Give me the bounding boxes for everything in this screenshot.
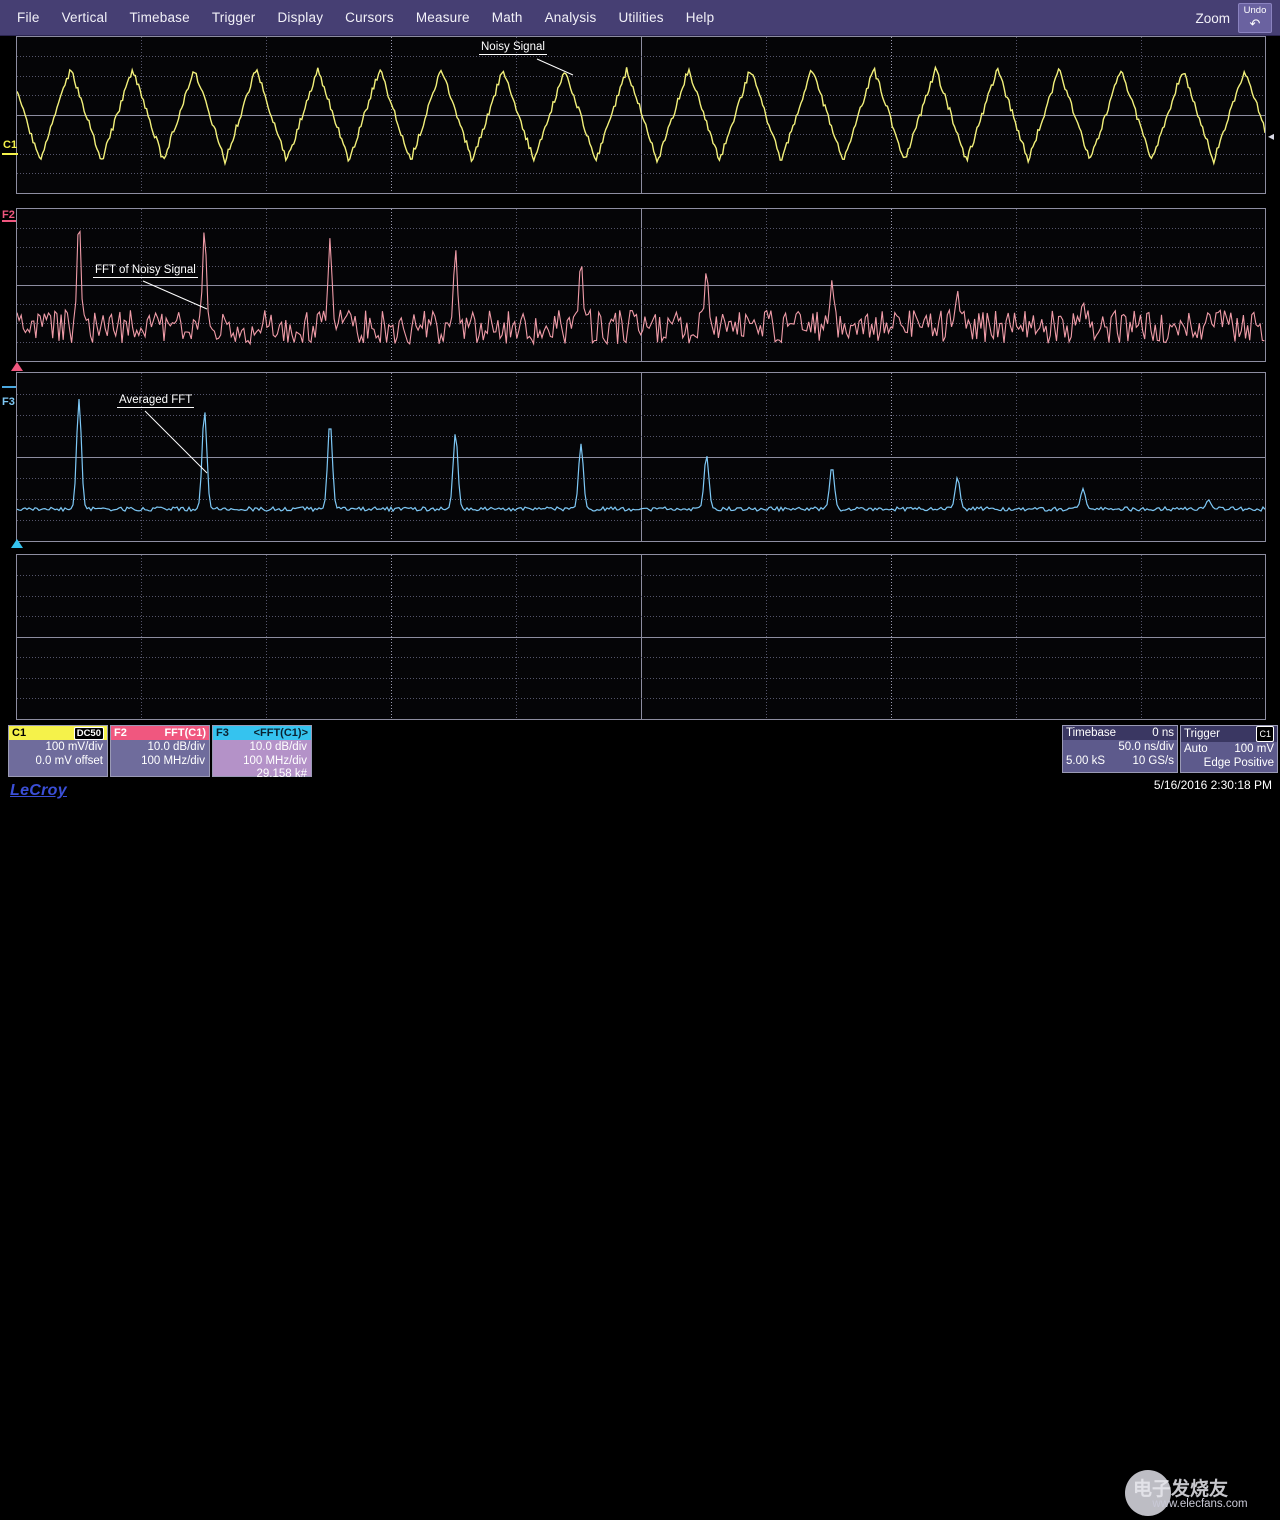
timebase-scale: 50.0 ns/div bbox=[1118, 740, 1174, 754]
channel-marker-c1[interactable]: C1 bbox=[3, 139, 17, 151]
ground-level-indicator-c1[interactable] bbox=[2, 153, 18, 155]
descriptor-c1-offset: 0.0 mV offset bbox=[9, 755, 103, 769]
trigger-level: 100 mV bbox=[1234, 742, 1274, 756]
scope-display-area: Noisy Signal C1 ◂ FFT of Noisy Signal bbox=[0, 36, 1280, 720]
trigger-mode: Auto bbox=[1184, 742, 1208, 756]
descriptor-title-f3: F3 bbox=[216, 727, 229, 739]
trigger-mode-row: Auto 100 mV bbox=[1181, 742, 1277, 756]
zoom-label: Zoom bbox=[1195, 11, 1230, 26]
menu-bar: File Vertical Timebase Trigger Display C… bbox=[0, 0, 1280, 36]
menu-item-measure[interactable]: Measure bbox=[405, 6, 481, 29]
descriptor-f3-db-div: 10.0 dB/div bbox=[213, 741, 307, 755]
trigger-type: Edge Positive bbox=[1204, 756, 1274, 770]
undo-arrow-icon: ↶ bbox=[1239, 18, 1271, 30]
menu-item-display[interactable]: Display bbox=[266, 6, 334, 29]
timebase-panel[interactable]: Timebase 0 ns 50.0 ns/div 5.00 kS 10 GS/… bbox=[1062, 725, 1178, 773]
waveform-trace-f3 bbox=[17, 373, 1265, 541]
offset-marker-f3[interactable] bbox=[11, 539, 23, 548]
offset-marker-f2[interactable] bbox=[11, 362, 23, 371]
watermark-site-text: www.elecfans.com bbox=[1125, 1498, 1275, 1510]
menu-item-cursors[interactable]: Cursors bbox=[334, 6, 405, 29]
timebase-title: Timebase bbox=[1066, 726, 1116, 740]
coupling-badge-c1[interactable]: DC50 bbox=[74, 727, 104, 740]
undo-button[interactable]: Undo ↶ bbox=[1238, 3, 1272, 33]
menu-item-timebase[interactable]: Timebase bbox=[118, 6, 200, 29]
menu-bar-right: Zoom Undo ↶ bbox=[1195, 0, 1276, 36]
grid-c1[interactable]: Noisy Signal bbox=[16, 36, 1266, 194]
datetime-label: 5/16/2016 2:30:18 PM bbox=[1154, 778, 1272, 792]
waveform-trace-f2 bbox=[17, 209, 1265, 361]
descriptor-header-f2: F2 FFT(C1) bbox=[111, 726, 209, 740]
menu-item-trigger[interactable]: Trigger bbox=[201, 6, 267, 29]
bottom-status-bar: C1 DC50 100 mV/div 0.0 mV offset F2 FFT(… bbox=[0, 720, 1280, 800]
menu-item-math[interactable]: Math bbox=[481, 6, 534, 29]
ground-level-indicator-f3[interactable] bbox=[2, 386, 16, 388]
timebase-delay: 0 ns bbox=[1152, 726, 1174, 740]
menu-item-help[interactable]: Help bbox=[675, 6, 726, 29]
trigger-level-arrow-icon[interactable]: ◂ bbox=[1268, 129, 1274, 143]
gridlines-empty bbox=[17, 555, 1265, 719]
trigger-header: Trigger C1 bbox=[1181, 726, 1277, 742]
site-watermark: 电子发烧友 www.elecfans.com bbox=[1125, 1470, 1275, 1520]
descriptor-title-c1: C1 bbox=[12, 727, 26, 739]
grid-f3[interactable]: Averaged FFT bbox=[16, 372, 1266, 542]
menu-item-analysis[interactable]: Analysis bbox=[534, 6, 608, 29]
descriptor-header-f3: F3 <FFT(C1)> bbox=[213, 726, 311, 740]
undo-button-label: Undo bbox=[1239, 5, 1271, 16]
lecroy-logo: LeCroy bbox=[10, 782, 67, 800]
descriptor-f2-mhz-div: 100 MHz/div bbox=[111, 755, 205, 769]
descriptor-c1-volts-div: 100 mV/div bbox=[9, 741, 103, 755]
trigger-source-badge[interactable]: C1 bbox=[1256, 726, 1274, 742]
timebase-memory: 5.00 kS bbox=[1066, 754, 1105, 768]
waveform-trace-c1 bbox=[17, 37, 1265, 193]
descriptor-title-f2: F2 bbox=[114, 727, 127, 739]
ground-level-indicator-f2[interactable] bbox=[2, 220, 16, 222]
descriptor-f2-db-div: 10.0 dB/div bbox=[111, 741, 205, 755]
timebase-scale-row: 50.0 ns/div bbox=[1063, 740, 1177, 754]
descriptor-body-c1: 100 mV/div 0.0 mV offset bbox=[9, 740, 107, 768]
timebase-header: Timebase 0 ns bbox=[1063, 726, 1177, 740]
grid-empty[interactable] bbox=[16, 554, 1266, 720]
annotation-noisy-signal: Noisy Signal bbox=[479, 41, 547, 55]
descriptor-f3-averages: 29.158 k# bbox=[213, 768, 307, 782]
menu-item-utilities[interactable]: Utilities bbox=[607, 6, 674, 29]
watermark-logo-icon bbox=[1125, 1470, 1171, 1516]
menu-item-vertical[interactable]: Vertical bbox=[51, 6, 119, 29]
annotation-averaged-fft: Averaged FFT bbox=[117, 394, 194, 408]
watermark-cn-text: 电子发烧友 bbox=[1133, 1474, 1228, 1501]
channel-marker-f3[interactable]: F3 bbox=[2, 396, 15, 408]
descriptor-box-c1[interactable]: C1 DC50 100 mV/div 0.0 mV offset bbox=[8, 725, 108, 777]
descriptor-body-f3: 10.0 dB/div 100 MHz/div 29.158 k# bbox=[213, 740, 311, 782]
trigger-panel[interactable]: Trigger C1 Auto 100 mV Edge Positive bbox=[1180, 725, 1278, 773]
descriptor-source-f3: <FFT(C1)> bbox=[254, 727, 308, 739]
grid-f2[interactable]: FFT of Noisy Signal bbox=[16, 208, 1266, 362]
descriptor-header-c1: C1 DC50 bbox=[9, 726, 107, 740]
descriptor-box-f3[interactable]: F3 <FFT(C1)> 10.0 dB/div 100 MHz/div 29.… bbox=[212, 725, 312, 777]
timebase-memory-row: 5.00 kS 10 GS/s bbox=[1063, 754, 1177, 768]
trigger-title: Trigger bbox=[1184, 727, 1220, 741]
trigger-type-row: Edge Positive bbox=[1181, 756, 1277, 770]
annotation-fft-of-noisy-signal: FFT of Noisy Signal bbox=[93, 264, 198, 278]
descriptor-f3-mhz-div: 100 MHz/div bbox=[213, 755, 307, 769]
descriptor-body-f2: 10.0 dB/div 100 MHz/div bbox=[111, 740, 209, 768]
timebase-sample-rate: 10 GS/s bbox=[1132, 754, 1174, 768]
descriptor-source-f2: FFT(C1) bbox=[164, 727, 206, 739]
menu-item-file[interactable]: File bbox=[6, 6, 51, 29]
descriptor-box-f2[interactable]: F2 FFT(C1) 10.0 dB/div 100 MHz/div bbox=[110, 725, 210, 777]
